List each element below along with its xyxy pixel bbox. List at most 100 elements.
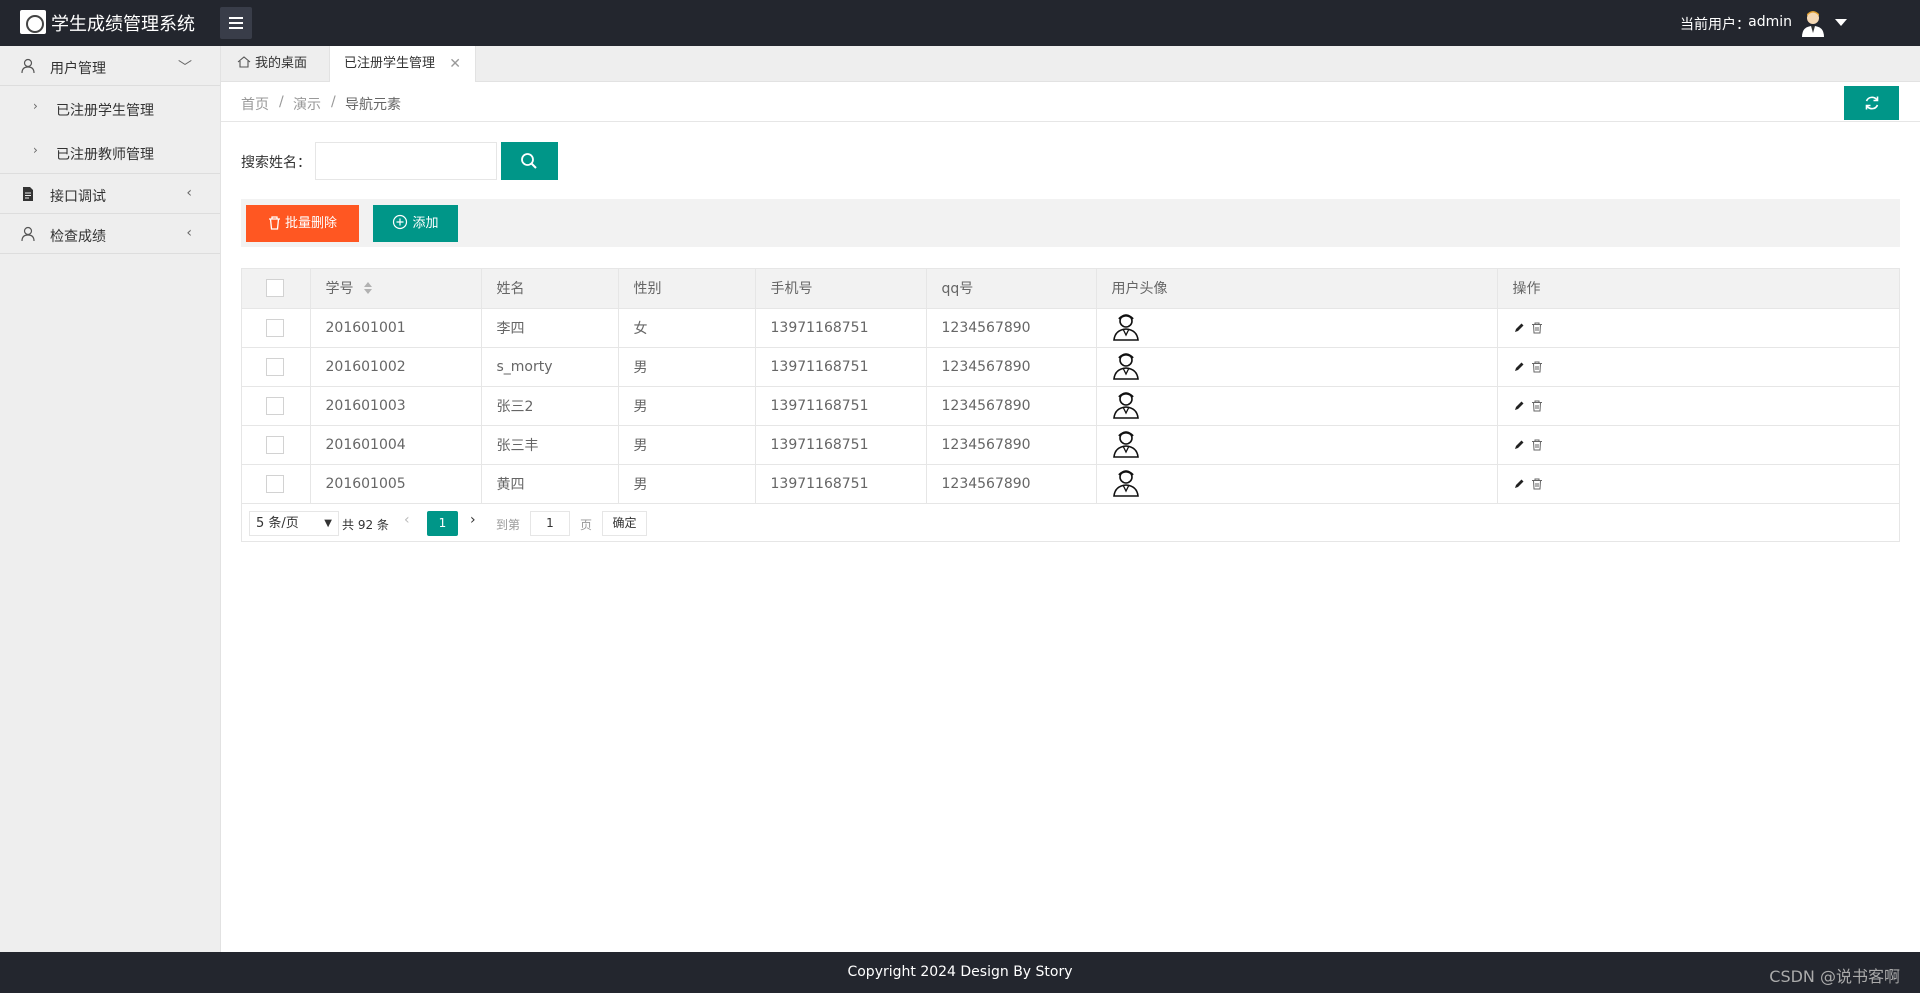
- select-all-cell: [242, 269, 311, 309]
- goto-confirm-button[interactable]: 确定: [602, 511, 647, 536]
- column-header-actions: 操作: [1497, 269, 1899, 309]
- column-header-avatar: 用户头像: [1096, 269, 1498, 309]
- cell-avatar: [1096, 386, 1498, 426]
- logo-icon: [20, 10, 46, 34]
- cell-actions: [1497, 386, 1899, 426]
- tab-my-desktop[interactable]: 我的桌面: [223, 46, 321, 82]
- user-avatar-icon[interactable]: [1799, 9, 1827, 37]
- table-row[interactable]: 201601002 s_morty 男 13971168751 1234567890: [242, 347, 1899, 387]
- cell-qq: 1234567890: [926, 308, 1097, 348]
- cell-id: 201601002: [310, 347, 482, 387]
- chevron-left-icon: ‹: [186, 185, 192, 201]
- sidebar-group-label: 接口调试: [50, 189, 106, 205]
- add-button[interactable]: 添加: [373, 205, 458, 242]
- breadcrumb-separator: /: [279, 94, 284, 110]
- refresh-icon: [1865, 96, 1879, 110]
- cell-gender: 男: [618, 464, 756, 504]
- chevron-right-icon: ›: [33, 143, 38, 157]
- cell-id: 201601005: [310, 464, 482, 504]
- column-header-qq: qq号: [926, 269, 1097, 309]
- sort-icon[interactable]: [363, 282, 372, 295]
- row-select-cell: [242, 464, 311, 504]
- current-user-name[interactable]: admin: [1748, 14, 1792, 30]
- search-button[interactable]: [501, 142, 558, 180]
- user-icon: [21, 58, 35, 74]
- edit-icon[interactable]: [1513, 478, 1525, 490]
- table-row[interactable]: 201601003 张三2 男 13971168751 1234567890: [242, 386, 1899, 426]
- column-header-phone: 手机号: [755, 269, 927, 309]
- row-checkbox[interactable]: [266, 474, 284, 493]
- breadcrumb-demo[interactable]: 演示: [293, 94, 321, 114]
- row-checkbox[interactable]: [266, 318, 284, 337]
- edit-icon[interactable]: [1513, 439, 1525, 451]
- edit-icon[interactable]: [1513, 322, 1525, 334]
- cell-gender: 女: [618, 308, 756, 348]
- chevron-left-icon: ‹: [186, 225, 192, 241]
- cell-qq: 1234567890: [926, 386, 1097, 426]
- cell-avatar: [1096, 308, 1498, 348]
- cell-actions: [1497, 308, 1899, 348]
- cell-qq: 1234567890: [926, 347, 1097, 387]
- page-unit-label: 页: [580, 518, 593, 532]
- refresh-button[interactable]: [1843, 85, 1900, 121]
- row-checkbox[interactable]: [266, 396, 284, 415]
- footer: Copyright 2024 Design By Story CSDN @说书客…: [0, 952, 1920, 993]
- plus-circle-icon: [393, 214, 408, 230]
- goto-page-input[interactable]: 1: [530, 511, 570, 536]
- sidebar: 用户管理 ﹀ › 已注册学生管理 › 已注册教师管理 接口调试 ‹ 检查成绩 ‹: [0, 46, 221, 952]
- cell-name: 张三2: [481, 386, 619, 426]
- batch-delete-button[interactable]: 批量删除: [246, 205, 359, 242]
- trash-icon[interactable]: [1531, 361, 1543, 373]
- cell-id: 201601004: [310, 425, 482, 465]
- tab-label: 我的桌面: [255, 56, 308, 71]
- batch-delete-label: 批量删除: [284, 216, 337, 231]
- trash-icon[interactable]: [1531, 322, 1543, 334]
- table-row[interactable]: 201601005 黄四男 13971168751 1234567890: [242, 464, 1899, 504]
- cell-gender: 男: [618, 347, 756, 387]
- sidebar-item-label: 已注册学生管理: [56, 103, 154, 119]
- row-checkbox[interactable]: [266, 435, 284, 454]
- toolbar: 批量删除 添加: [241, 199, 1900, 247]
- chevron-down-icon: ﹀: [178, 60, 192, 76]
- row-checkbox[interactable]: [266, 357, 284, 376]
- sidebar-item-registered-teachers[interactable]: › 已注册教师管理: [0, 130, 220, 174]
- breadcrumb-home[interactable]: 首页: [241, 94, 269, 114]
- avatar-icon: [1112, 391, 1139, 419]
- trash-icon[interactable]: [1531, 400, 1543, 412]
- tab-registered-students[interactable]: 已注册学生管理 ✕: [329, 46, 477, 83]
- close-icon[interactable]: ✕: [449, 46, 461, 82]
- sidebar-item-label: 已注册教师管理: [56, 147, 154, 163]
- cell-qq: 1234567890: [926, 425, 1097, 465]
- avatar-icon: [1112, 469, 1139, 497]
- trash-icon[interactable]: [1531, 439, 1543, 451]
- trash-icon: [268, 216, 280, 230]
- cell-gender: 男: [618, 425, 756, 465]
- cell-avatar: [1096, 464, 1498, 504]
- column-header-id[interactable]: 学号: [310, 269, 482, 309]
- tab-bar: 我的桌面 已注册学生管理 ✕: [221, 46, 1920, 83]
- home-icon: [237, 56, 251, 68]
- sidebar-group-user-management[interactable]: 用户管理 ﹀: [0, 46, 220, 86]
- menu-toggle-button[interactable]: [220, 7, 252, 39]
- search-label: 搜索姓名：: [241, 155, 311, 171]
- sidebar-item-registered-students[interactable]: › 已注册学生管理: [0, 86, 220, 130]
- edit-icon[interactable]: [1513, 400, 1525, 412]
- table-row[interactable]: 201601001 李四女 13971168751 1234567890: [242, 308, 1899, 348]
- user-icon: [21, 226, 35, 242]
- table-header-row: 学号 姓名 性别 手机号 qq号 用户头像 操作: [242, 269, 1899, 309]
- cell-avatar: [1096, 425, 1498, 465]
- search-input[interactable]: [315, 142, 497, 180]
- page-size-select[interactable]: 5 条/页 ▼: [249, 511, 339, 536]
- sidebar-group-check-scores[interactable]: 检查成绩 ‹: [0, 214, 220, 254]
- select-all-checkbox[interactable]: [266, 279, 284, 298]
- table-row[interactable]: 201601004 张三丰男 13971168751 1234567890: [242, 425, 1899, 465]
- chevron-down-icon[interactable]: [1835, 19, 1847, 26]
- current-user-label: 当前用户：: [1680, 17, 1750, 33]
- current-page-button[interactable]: 1: [427, 511, 458, 536]
- trash-icon[interactable]: [1531, 478, 1543, 490]
- edit-icon[interactable]: [1513, 361, 1525, 373]
- row-select-cell: [242, 308, 311, 348]
- next-page-icon[interactable]: ›: [470, 512, 476, 528]
- prev-page-icon[interactable]: ‹: [404, 512, 410, 528]
- sidebar-group-api-debug[interactable]: 接口调试 ‹: [0, 174, 220, 214]
